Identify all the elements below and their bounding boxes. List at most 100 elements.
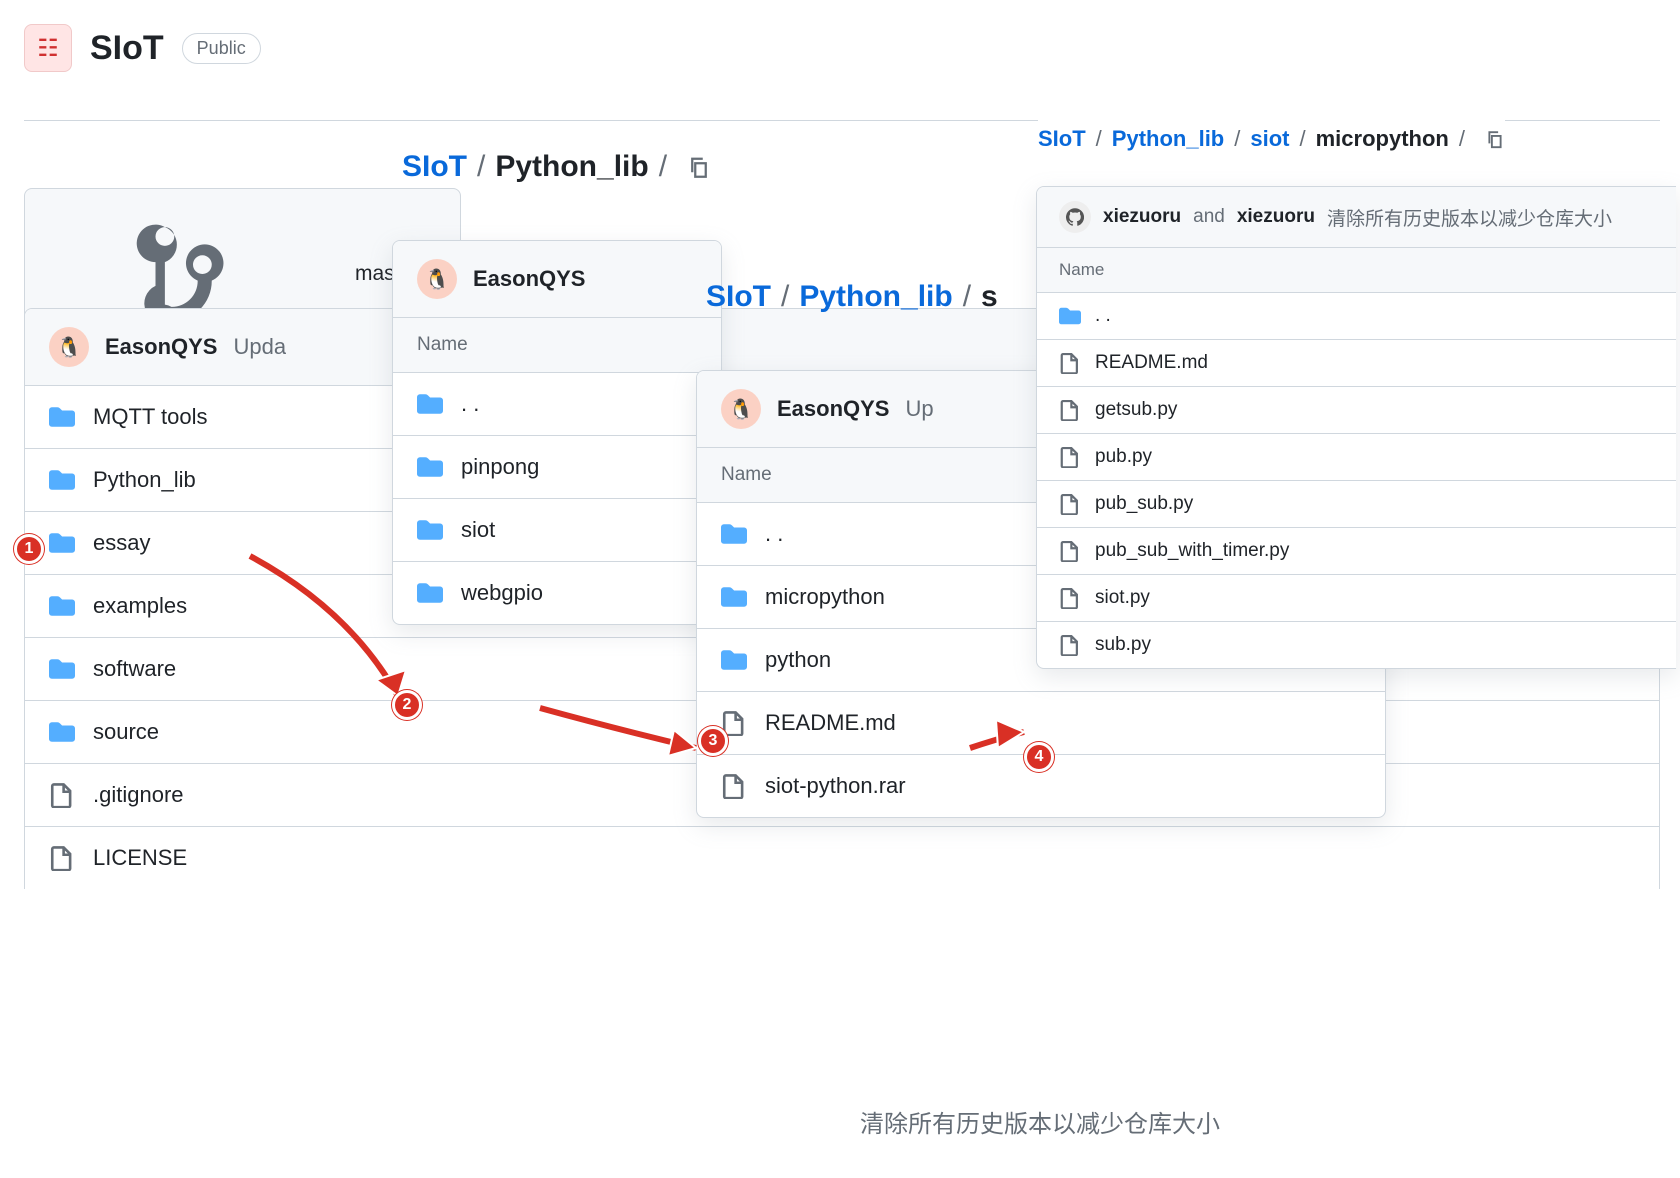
commit-bar: xiezuoru and xiezuoru 清除所有历史版本以减少仓库大小 (1037, 187, 1676, 248)
repo-name[interactable]: SIoT (90, 29, 164, 68)
list-item[interactable]: pub.py (1037, 434, 1676, 481)
file-icon (49, 782, 75, 808)
crumb-link[interactable]: SIoT (1038, 126, 1086, 152)
list-item[interactable]: getsub.py (1037, 387, 1676, 434)
and-text: and (1193, 206, 1225, 228)
copy-path-button[interactable] (1485, 129, 1505, 149)
list-item-name: pub_sub.py (1095, 493, 1193, 515)
crumb-link[interactable]: SIoT (402, 150, 467, 184)
file-icon (1059, 493, 1081, 515)
list-item[interactable]: pinpong (393, 436, 721, 499)
list-item-name: siot (461, 517, 495, 543)
list-item-name: python (765, 647, 831, 673)
list-item-name: README.md (765, 710, 896, 736)
folder-icon (49, 719, 75, 745)
commit-message[interactable]: 清除所有历史版本以减少仓库大小 (1327, 204, 1612, 231)
crumb-frag: s (981, 280, 998, 314)
list-item[interactable]: pub_sub_with_timer.py (1037, 528, 1676, 575)
commit-author[interactable]: EasonQYS (473, 266, 585, 292)
crumb-sep: / (477, 150, 485, 184)
folder-icon (417, 454, 443, 480)
commit-author[interactable]: EasonQYS (777, 396, 889, 422)
list-item-name: .gitignore (93, 782, 184, 808)
folder-icon (721, 521, 747, 547)
crumb-link[interactable]: SIoT (706, 280, 771, 314)
crumb-sep: / (963, 280, 971, 314)
micropython-panel: xiezuoru and xiezuoru 清除所有历史版本以减少仓库大小 Na… (1036, 186, 1676, 669)
crumb-link[interactable]: Python_lib (799, 280, 952, 314)
file-icon (1059, 587, 1081, 609)
list-item-name: source (93, 719, 159, 745)
folder-icon (49, 593, 75, 619)
list-item[interactable]: . . (1037, 293, 1676, 340)
column-header-name: Name (393, 318, 721, 373)
annotation-marker-1: 1 (14, 534, 44, 564)
outer-commit-message[interactable]: 清除所有历史版本以减少仓库大小 (860, 1104, 1220, 1139)
file-icon (1059, 540, 1081, 562)
list-item-name: micropython (765, 584, 885, 610)
list-item-name: siot.py (1095, 587, 1150, 609)
list-item-name: sub.py (1095, 634, 1151, 656)
crumb-sep: / (1234, 126, 1240, 152)
list-item-name: Python_lib (93, 467, 196, 493)
list-item[interactable]: webgpio (393, 562, 721, 624)
list-item[interactable]: . . (393, 373, 721, 436)
repo-header: ☷ SIoT Public (24, 24, 261, 72)
file-icon (1059, 352, 1081, 374)
list-item[interactable]: pub_sub.py (1037, 481, 1676, 528)
crumb-link[interactable]: siot (1250, 126, 1289, 152)
file-icon (49, 845, 75, 871)
commit-author[interactable]: xiezuoru (1103, 206, 1181, 228)
list-item-name: MQTT tools (93, 404, 208, 430)
breadcrumb: SIoT / Python_lib / s (706, 280, 998, 314)
copy-path-button[interactable] (687, 155, 711, 179)
file-icon (1059, 446, 1081, 468)
list-item[interactable]: LICENSE (25, 827, 1659, 889)
avatar[interactable]: 🐧 (417, 259, 457, 299)
crumb-sep: / (781, 280, 789, 314)
list-item[interactable]: siot (393, 499, 721, 562)
list-item-name: LICENSE (93, 845, 187, 871)
list-item-name: getsub.py (1095, 399, 1177, 421)
avatar[interactable] (1059, 201, 1091, 233)
breadcrumb: SIoT / Python_lib / (402, 150, 711, 184)
list-item-name: pub.py (1095, 446, 1152, 468)
folder-icon (417, 517, 443, 543)
commit-message[interactable]: Upda (233, 334, 286, 360)
folder-icon (417, 580, 443, 606)
file-list: . . pinpong siot webgpio (393, 373, 721, 624)
list-item-name: webgpio (461, 580, 543, 606)
list-item-name: pub_sub_with_timer.py (1095, 540, 1289, 562)
avatar[interactable]: 🐧 (721, 389, 761, 429)
avatar[interactable]: 🐧 (49, 327, 89, 367)
annotation-marker-4: 4 (1024, 742, 1054, 772)
commit-author[interactable]: EasonQYS (105, 334, 217, 360)
folder-icon (417, 391, 443, 417)
crumb-sep: / (1096, 126, 1102, 152)
commit-message[interactable]: Up (905, 396, 933, 422)
list-item-name: software (93, 656, 176, 682)
crumb-current: Python_lib (495, 150, 648, 184)
list-item[interactable]: README.md (1037, 340, 1676, 387)
crumb-sep: / (1300, 126, 1306, 152)
folder-icon (49, 404, 75, 430)
folder-icon (721, 584, 747, 610)
column-header-name: Name (1037, 248, 1676, 293)
list-item-name: . . (765, 521, 783, 547)
breadcrumb: SIoT / Python_lib / siot / micropython / (1038, 120, 1505, 158)
crumb-current: micropython (1316, 126, 1449, 152)
commit-bar: 🐧 EasonQYS (393, 241, 721, 318)
annotation-marker-3: 3 (698, 726, 728, 756)
python-lib-panel: 🐧 EasonQYS Name . . pinpong siot webgpio (392, 240, 722, 625)
file-icon (1059, 634, 1081, 656)
crumb-sep: / (659, 150, 667, 184)
crumb-link[interactable]: Python_lib (1112, 126, 1224, 152)
list-item-name: . . (1095, 305, 1111, 327)
file-icon (1059, 399, 1081, 421)
list-item-name: pinpong (461, 454, 539, 480)
list-item-name: README.md (1095, 352, 1208, 374)
list-item[interactable]: siot.py (1037, 575, 1676, 622)
commit-author[interactable]: xiezuoru (1237, 206, 1315, 228)
visibility-badge: Public (182, 33, 261, 64)
list-item[interactable]: sub.py (1037, 622, 1676, 668)
